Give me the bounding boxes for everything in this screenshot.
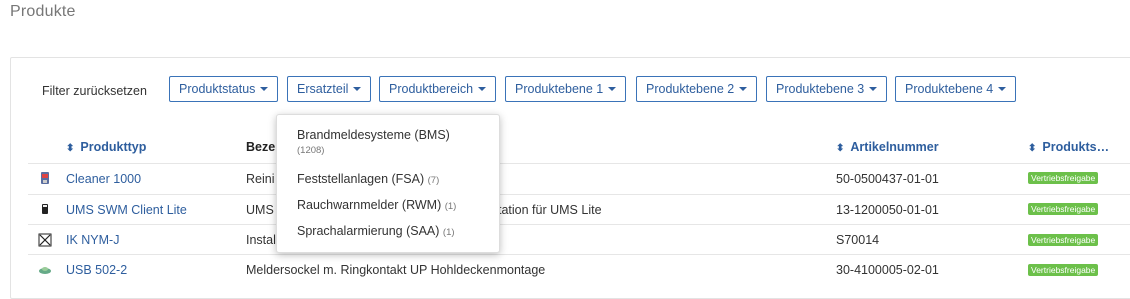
article-number: S70014 [836, 233, 880, 247]
article-number: 30-4100005-02-01 [836, 263, 939, 277]
filter-label: Produktebene 4 [905, 82, 994, 96]
produktbereich-dropdown-menu: Brandmeldesysteme (BMS) (1208) Feststell… [276, 114, 500, 253]
filter-reset-link[interactable]: Filter zurücksetzen [42, 84, 147, 98]
caret-down-icon [608, 87, 617, 91]
filter-label: Produktstatus [179, 82, 256, 96]
article-number: 13-1200050-01-01 [836, 203, 939, 217]
dropdown-item-count: (7) [427, 175, 440, 186]
column-header-produktstatus[interactable]: ⬍ Produkts… [1028, 140, 1109, 154]
row-divider [28, 194, 1130, 195]
sort-icon: ⬍ [1028, 143, 1037, 154]
sort-icon: ⬍ [836, 143, 845, 154]
usb-stick-icon [42, 204, 48, 214]
product-type-link[interactable]: Cleaner 1000 [66, 172, 141, 186]
dropdown-item-fsa[interactable]: Feststellanlagen (FSA) (7) [297, 172, 439, 186]
filter-produktebene-3-button[interactable]: Produktebene 3 [766, 76, 888, 102]
column-header-label: Artikelnummer [850, 140, 939, 154]
filter-produktebene-4-button[interactable]: Produktebene 4 [895, 76, 1017, 102]
status-badge: Vertriebsfreigabe [1028, 234, 1099, 246]
filter-label: Produktebene 2 [646, 82, 735, 96]
filter-produktebene-1-button[interactable]: Produktebene 1 [505, 76, 627, 102]
caret-down-icon [739, 87, 748, 91]
row-divider [28, 224, 1130, 225]
filter-label: Produktbereich [389, 82, 474, 96]
column-header-bezeichnung[interactable]: Beze [246, 140, 275, 154]
dropdown-item-label: Brandmeldesysteme (BMS) [297, 128, 450, 142]
product-description: Meldersockel m. Ringkontakt UP Hohldecke… [246, 263, 546, 277]
column-header-label: Beze [246, 140, 276, 154]
dropdown-item-count: (1) [444, 201, 457, 212]
caret-down-icon [869, 87, 878, 91]
column-header-label: Produkttyp [80, 140, 147, 154]
column-header-artikelnummer[interactable]: ⬍ Artikelnummer [836, 140, 939, 154]
dropdown-item-label: Rauchwarnmelder (RWM) [297, 198, 442, 212]
article-number: 50-0500437-01-01 [836, 172, 939, 186]
filter-ersatzteil-button[interactable]: Ersatzteil [287, 76, 372, 102]
sort-icon: ⬍ [66, 143, 75, 154]
column-header-produkttyp[interactable]: ⬍ Produkttyp [66, 140, 146, 154]
dropdown-item-saa[interactable]: Sprachalarmierung (SAA) (1) [297, 224, 455, 238]
filter-produktbereich-button[interactable]: Produktbereich [379, 76, 497, 102]
product-type-link[interactable]: IK NYM-J [66, 233, 119, 247]
caret-down-icon [353, 87, 362, 91]
caret-down-icon [260, 87, 269, 91]
product-description: Instal [246, 233, 276, 247]
dropdown-item-label: Feststellanlagen (FSA) [297, 172, 425, 186]
detector-base-icon [39, 267, 51, 274]
dropdown-item-label: Sprachalarmierung (SAA) [297, 224, 440, 238]
dropdown-item-count: (1208) [297, 145, 325, 156]
dropdown-item-rwm[interactable]: Rauchwarnmelder (RWM) (1) [297, 198, 456, 212]
row-divider [28, 254, 1130, 255]
product-description: Reini [246, 172, 275, 186]
row-divider [28, 163, 1130, 164]
filter-label: Produktebene 1 [515, 82, 604, 96]
filter-produktstatus-button[interactable]: Produktstatus [169, 76, 279, 102]
status-badge: Vertriebsfreigabe [1028, 264, 1099, 276]
product-description-tail: tation für UMS Lite [498, 203, 602, 217]
product-type-link[interactable]: USB 502-2 [66, 263, 127, 277]
dropdown-item-bms[interactable]: Brandmeldesysteme (BMS) (1208) [297, 128, 450, 156]
cable-icon [38, 233, 52, 247]
caret-down-icon [998, 87, 1007, 91]
cleaner-icon [41, 172, 49, 184]
filter-label: Ersatzteil [297, 82, 349, 96]
filter-produktebene-2-button[interactable]: Produktebene 2 [636, 76, 758, 102]
column-header-label: Produkts… [1042, 140, 1110, 154]
filter-label: Produktebene 3 [776, 82, 865, 96]
caret-down-icon [478, 87, 487, 91]
status-badge: Vertriebsfreigabe [1028, 172, 1099, 184]
page-title: Produkte [10, 3, 76, 20]
product-description: UMS [246, 203, 274, 217]
product-type-link[interactable]: UMS SWM Client Lite [66, 203, 187, 217]
status-badge: Vertriebsfreigabe [1028, 203, 1099, 215]
dropdown-item-count: (1) [442, 227, 455, 238]
